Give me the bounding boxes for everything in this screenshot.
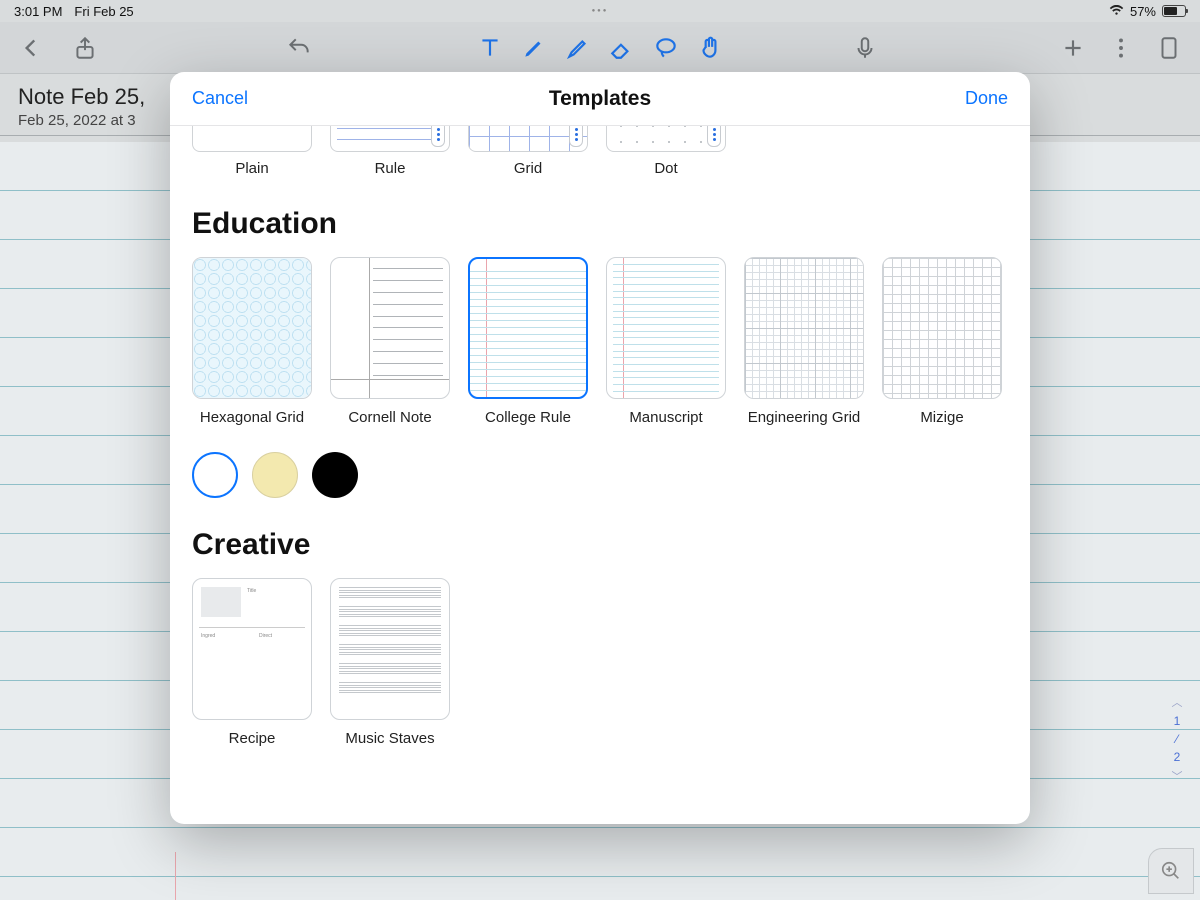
status-bar: 3:01 PM Fri Feb 25 ●●● 57% [0, 0, 1200, 22]
eraser-tool-icon[interactable] [609, 35, 635, 61]
add-button[interactable] [1060, 35, 1086, 61]
template-label: Music Staves [345, 730, 434, 747]
template-label: Cornell Note [348, 409, 431, 426]
more-icon[interactable] [569, 126, 583, 147]
template-label: Recipe [229, 730, 276, 747]
status-date: Fri Feb 25 [74, 4, 133, 19]
template-music-staves[interactable] [330, 578, 450, 720]
template-college-rule[interactable] [468, 257, 588, 399]
template-dot[interactable] [606, 126, 726, 152]
modal-title: Templates [549, 87, 651, 111]
multitask-dots-icon[interactable]: ●●● [592, 8, 609, 14]
color-swatch-white[interactable] [192, 452, 238, 498]
chevron-down-icon[interactable]: ﹀ [1172, 768, 1183, 784]
back-button[interactable] [18, 35, 44, 61]
chevron-up-icon[interactable]: ︿ [1172, 694, 1183, 710]
zoom-in-button[interactable] [1148, 848, 1194, 894]
page-current: 1 [1174, 714, 1181, 728]
template-label: Plain [235, 160, 268, 177]
template-grid[interactable] [468, 126, 588, 152]
templates-modal: Cancel Templates Done Plain Rule [170, 72, 1030, 824]
template-rule[interactable] [330, 126, 450, 152]
template-label: Manuscript [629, 409, 702, 426]
highlighter-tool-icon[interactable] [565, 35, 591, 61]
text-tool-icon[interactable] [477, 35, 503, 61]
status-time: 3:01 PM [14, 4, 62, 19]
page-total: 2 [1174, 750, 1181, 764]
template-label: Mizige [920, 409, 963, 426]
hand-tool-icon[interactable] [697, 35, 723, 61]
pen-tool-icon[interactable] [521, 35, 547, 61]
color-swatches [192, 452, 1008, 498]
microphone-icon[interactable] [852, 35, 878, 61]
more-icon[interactable] [431, 126, 445, 147]
modal-body[interactable]: Plain Rule Grid [170, 126, 1030, 824]
more-icon[interactable] [707, 126, 721, 147]
template-label: Hexagonal Grid [200, 409, 304, 426]
battery-icon [1162, 5, 1186, 17]
done-button[interactable]: Done [965, 88, 1008, 109]
template-plain[interactable] [192, 126, 312, 152]
more-button[interactable] [1108, 35, 1134, 61]
template-label: Engineering Grid [748, 409, 861, 426]
template-cornell-note[interactable] [330, 257, 450, 399]
share-button[interactable] [72, 35, 98, 61]
main-toolbar [0, 22, 1200, 74]
template-mizige[interactable] [882, 257, 1002, 399]
template-label: Rule [375, 160, 406, 177]
color-swatch-cream[interactable] [252, 452, 298, 498]
template-recipe[interactable]: Title Ingred Direct [192, 578, 312, 720]
template-label: College Rule [485, 409, 571, 426]
color-swatch-black[interactable] [312, 452, 358, 498]
lasso-tool-icon[interactable] [653, 35, 679, 61]
template-hexagonal-grid[interactable] [192, 257, 312, 399]
cancel-button[interactable]: Cancel [192, 88, 248, 109]
wifi-icon [1109, 4, 1124, 19]
template-label: Grid [514, 160, 542, 177]
undo-button[interactable] [286, 35, 312, 61]
battery-percentage: 57% [1130, 4, 1156, 19]
section-title-creative: Creative [192, 528, 1008, 562]
section-title-education: Education [192, 207, 1008, 241]
template-manuscript[interactable] [606, 257, 726, 399]
pages-button[interactable] [1156, 35, 1182, 61]
template-label: Dot [654, 160, 677, 177]
page-indicator[interactable]: ︿ 1 ⁄ 2 ﹀ [1162, 694, 1192, 784]
template-engineering-grid[interactable] [744, 257, 864, 399]
modal-header: Cancel Templates Done [170, 72, 1030, 126]
